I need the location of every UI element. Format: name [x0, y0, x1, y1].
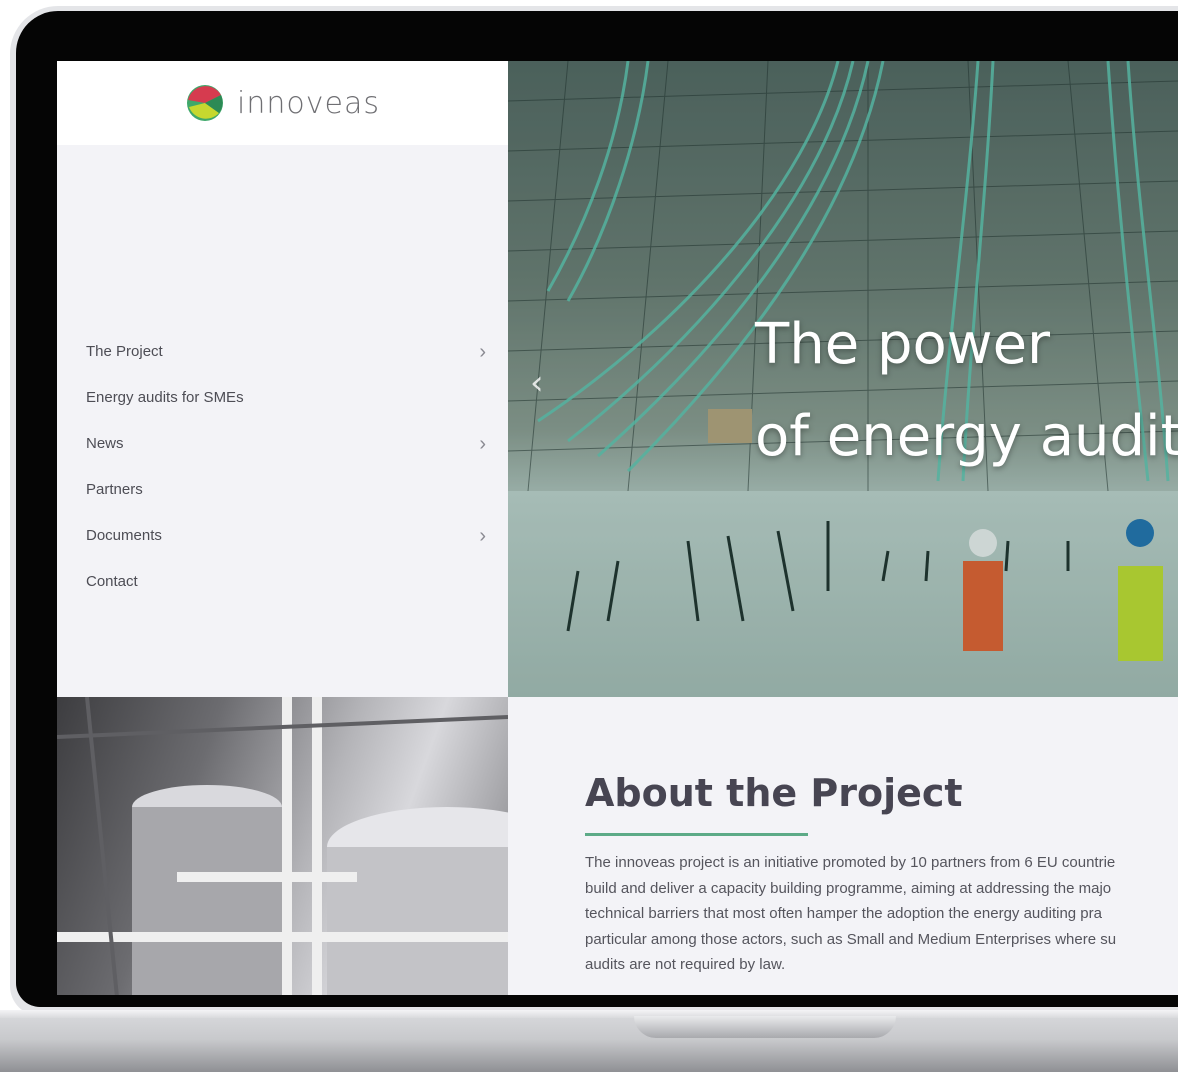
- hero-title: The power of energy audit: [755, 299, 1178, 483]
- laptop-notch: [634, 1016, 896, 1038]
- tanks-illustration: [57, 697, 508, 995]
- chevron-right-icon: ›: [479, 525, 486, 547]
- brand-name: innoveas: [237, 85, 380, 121]
- nav-item-partners[interactable]: Partners: [57, 467, 508, 513]
- about-paragraph-line: build and deliver a capacity building pr…: [585, 879, 1112, 897]
- about-paragraph-line: technical barriers that most often hampe…: [585, 905, 1102, 922]
- logo-bar[interactable]: innoveas: [57, 61, 508, 145]
- sidebar: innoveas The Project › Energy audits for…: [57, 61, 508, 697]
- hero-title-line-2: of energy audit: [755, 404, 1178, 469]
- chevron-right-icon: ›: [479, 433, 486, 455]
- hero-title-line-1: The power: [755, 312, 1051, 377]
- about-paragraph-line: audits are not required by law.: [585, 956, 786, 973]
- hero-slider: ‹ The power of energy audit: [508, 61, 1178, 697]
- nav-item-label: News: [86, 435, 124, 452]
- nav-item-label: Documents: [86, 527, 162, 544]
- main-nav: The Project › Energy audits for SMEs New…: [57, 329, 508, 605]
- about-title-underline: [585, 833, 808, 836]
- nav-item-label: Energy audits for SMEs: [86, 389, 244, 406]
- about-paragraph: The innoveas project is an initiative pr…: [585, 850, 1178, 978]
- about-paragraph-line: The innoveas project is an initiative pr…: [585, 854, 1116, 871]
- nav-item-label: The Project: [86, 343, 163, 360]
- nav-item-energy-audits[interactable]: Energy audits for SMEs: [57, 375, 508, 421]
- nav-item-documents[interactable]: Documents ›: [57, 513, 508, 559]
- slider-prev-arrow-icon[interactable]: ‹: [530, 363, 544, 403]
- nav-item-label: Partners: [86, 481, 143, 498]
- nav-item-the-project[interactable]: The Project ›: [57, 329, 508, 375]
- laptop-base: [0, 1018, 1178, 1072]
- chevron-right-icon: ›: [479, 341, 486, 363]
- about-title: About the Project: [585, 771, 963, 815]
- nav-item-news[interactable]: News ›: [57, 421, 508, 467]
- website-screen: innoveas The Project › Energy audits for…: [57, 61, 1178, 995]
- about-section: About the Project The innoveas project i…: [508, 697, 1178, 995]
- innoveas-logo-icon: [187, 85, 224, 121]
- about-paragraph-line: particular among those actors, such as S…: [585, 930, 1117, 948]
- nav-item-contact[interactable]: Contact: [57, 559, 508, 605]
- nav-item-label: Contact: [86, 573, 138, 590]
- industrial-tanks-image: [57, 697, 508, 995]
